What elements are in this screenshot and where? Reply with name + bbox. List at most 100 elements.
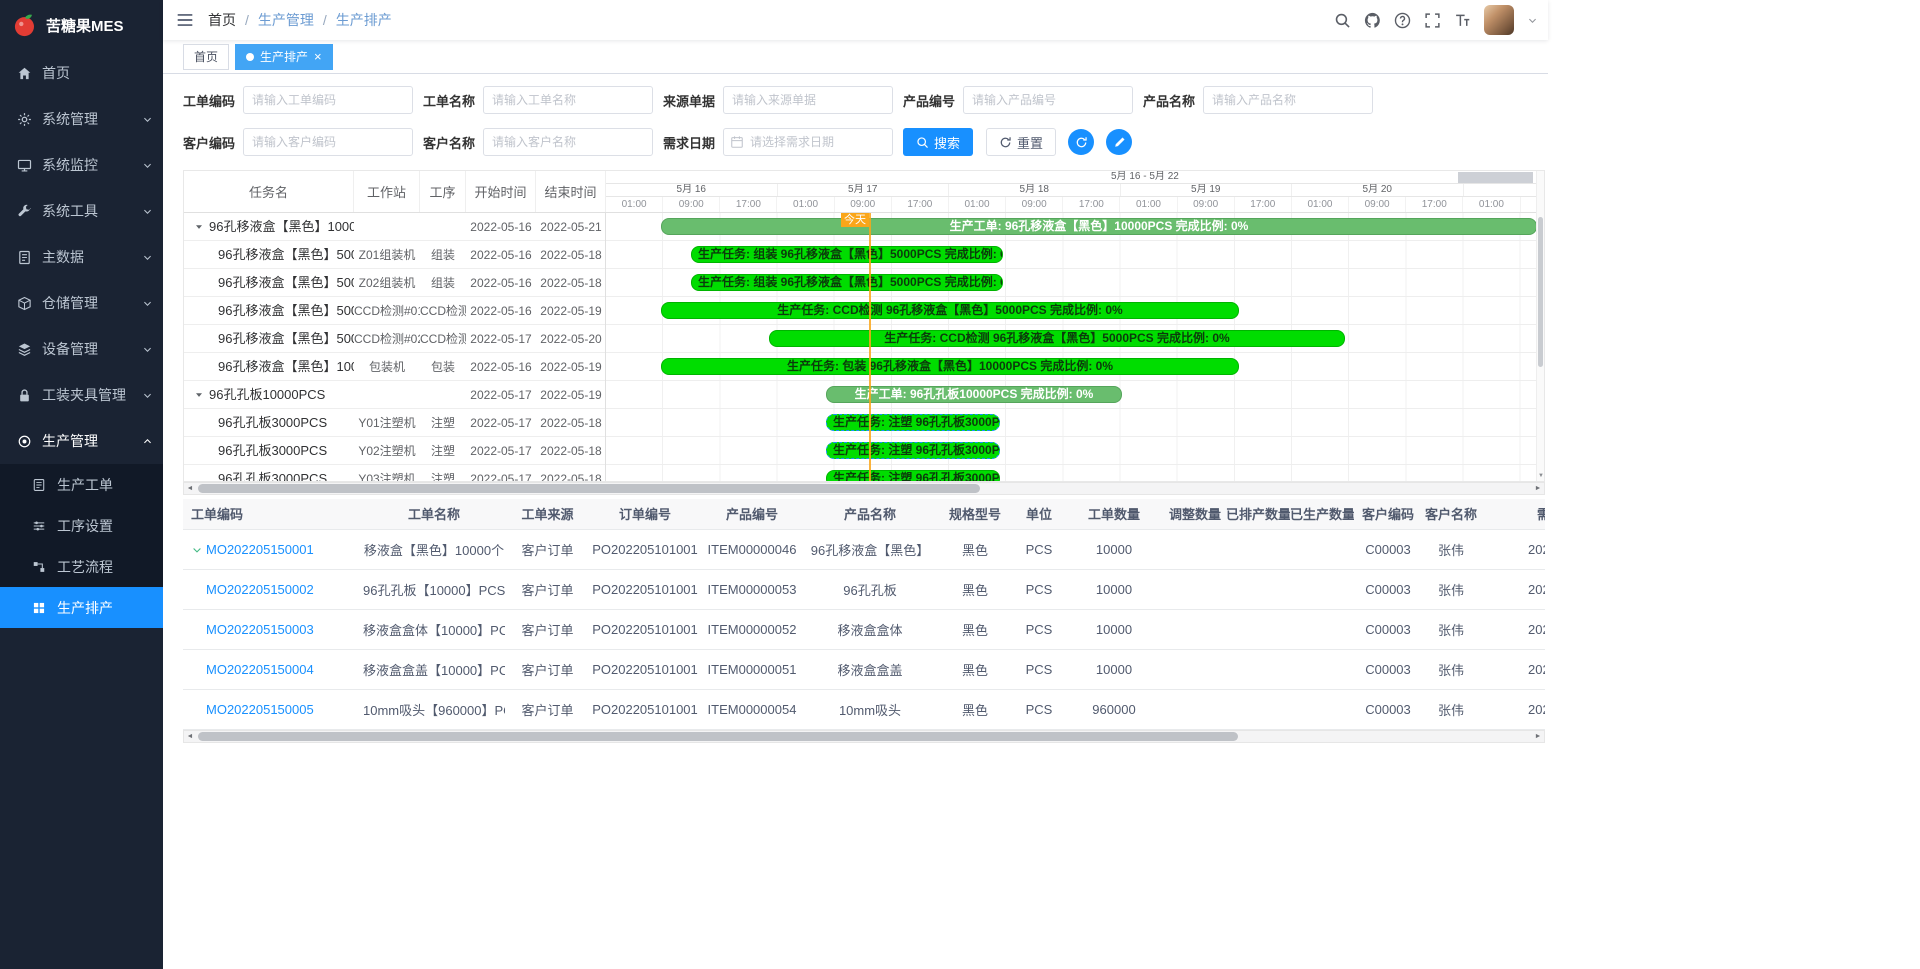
sidebar-item-master-data[interactable]: 主数据	[0, 234, 163, 280]
caret-down-icon[interactable]	[194, 381, 204, 408]
order-row[interactable]: MO20220515000296孔孔板【10000】PCS客户订单PO20220…	[183, 570, 1545, 610]
breadcrumb-production-scheduling[interactable]: 生产排产	[336, 10, 392, 30]
sidebar-item-system-mgmt[interactable]: 系统管理	[0, 96, 163, 142]
hamburger-icon[interactable]	[176, 11, 194, 29]
sidebar-item-label: 主数据	[42, 247, 142, 267]
order-cell-item_no: ITEM00000054	[700, 702, 804, 717]
gantt-task-name: 96孔孔板3000PCS	[218, 437, 327, 464]
gantt-task-row[interactable]: 96孔移液盒【黑色】5000PCSCCD检测#01CCD检测2022-05-16…	[184, 297, 605, 325]
sidebar-item-fixture-mgmt[interactable]: 工装夹具管理	[0, 372, 163, 418]
gantt-task-bar[interactable]: 生产任务: 注塑 96孔孔板3000PCS 完成比例: 0%	[826, 414, 1000, 431]
sidebar-item-production-mgmt[interactable]: 生产管理	[0, 418, 163, 464]
scrollbar-thumb[interactable]	[198, 484, 980, 493]
scroll-right-arrow[interactable]: ►	[1532, 483, 1544, 494]
user-avatar[interactable]	[1484, 5, 1514, 35]
edit-button[interactable]	[1106, 129, 1132, 155]
order-cell-source: 客户订单	[505, 620, 590, 639]
sidebar-item-equipment-mgmt[interactable]: 设备管理	[0, 326, 163, 372]
order-code-link[interactable]: MO202205150004	[206, 662, 314, 677]
customer-code-input[interactable]	[243, 128, 413, 156]
gantt-task-bar[interactable]: 生产任务: 注塑 96孔孔板3000PCS 完成比例: 0%	[826, 442, 1000, 459]
gantt-task-bar[interactable]: 生产任务: CCD检测 96孔移液盒【黑色】5000PCS 完成比例: 0%	[769, 330, 1345, 347]
gantt-hour-label: 17:00	[720, 197, 777, 212]
help-icon[interactable]	[1394, 12, 1411, 29]
gantt-task-row[interactable]: 96孔移液盒【黑色】10000PCS2022-05-162022-05-21	[184, 213, 605, 241]
gantt-task-bar[interactable]: 生产任务: 包装 96孔移液盒【黑色】10000PCS 完成比例: 0%	[661, 358, 1239, 375]
customer-name-input[interactable]	[483, 128, 653, 156]
sync-button[interactable]	[1068, 129, 1094, 155]
scroll-left-arrow[interactable]: ◄	[184, 483, 196, 494]
edit-pencil-icon	[1113, 136, 1126, 149]
work-order-name-input[interactable]	[483, 86, 653, 114]
gantt-column-header-1: 工作站	[354, 171, 420, 212]
github-icon[interactable]	[1364, 12, 1381, 29]
gantt-task-bar[interactable]: 生产任务: 组装 96孔移液盒【黑色】5000PCS 完成比例: 0%	[691, 246, 1003, 263]
sidebar-item-system-tools[interactable]: 系统工具	[0, 188, 163, 234]
gantt-task-row[interactable]: 96孔移液盒【黑色】5000PCSZ01组装机组装2022-05-162022-…	[184, 241, 605, 269]
tab-home[interactable]: 首页	[183, 44, 229, 70]
gantt-horizontal-scrollbar[interactable]: ◄ ►	[183, 482, 1545, 495]
gantt-task-row[interactable]: 96孔移液盒【黑色】10000PCS包装机包装2022-05-162022-05…	[184, 353, 605, 381]
orders-column-11: 已生产数量	[1290, 499, 1354, 529]
sidebar-subitem-work-order[interactable]: 生产工单	[0, 464, 163, 505]
gantt-task-row[interactable]: 96孔孔板10000PCS2022-05-172022-05-19	[184, 381, 605, 409]
app-logo[interactable]: 苦糖果MES	[0, 0, 163, 50]
chevron-down-icon[interactable]	[191, 544, 203, 556]
order-row[interactable]: MO202205150004移液盒盒盖【10000】PCS客户订单PO20220…	[183, 650, 1545, 690]
caret-down-icon[interactable]	[194, 213, 204, 240]
demand-date-input[interactable]	[723, 128, 893, 156]
orders-column-3: 订单编号	[590, 499, 700, 529]
gantt-task-bar[interactable]: 生产任务: 组装 96孔移液盒【黑色】5000PCS 完成比例: 0%	[691, 274, 1003, 291]
orders-column-8: 工单数量	[1064, 499, 1164, 529]
sidebar-subitem-process-setup[interactable]: 工序设置	[0, 505, 163, 546]
breadcrumb-production-mgmt[interactable]: 生产管理	[258, 10, 314, 30]
breadcrumb-home[interactable]: 首页	[208, 10, 236, 30]
gantt-task-bar[interactable]: 生产任务: 注塑 96孔孔板3000PCS 完成比例: 0%	[826, 470, 1000, 481]
gantt-task-row[interactable]: 96孔移液盒【黑色】5000PCSZ02组装机组装2022-05-162022-…	[184, 269, 605, 297]
orders-column-5: 产品名称	[804, 499, 936, 529]
order-code-link[interactable]: MO202205150001	[206, 542, 314, 557]
chevron-down-icon[interactable]	[1527, 15, 1538, 26]
orders-column-12: 客户编码	[1354, 499, 1422, 529]
gantt-vertical-scrollbar[interactable]: ▼	[1536, 171, 1544, 481]
order-code-link[interactable]: MO202205150003	[206, 622, 314, 637]
scroll-left-arrow[interactable]: ◄	[184, 731, 196, 742]
order-code-link[interactable]: MO202205150005	[206, 702, 314, 717]
gantt-task-row[interactable]: 96孔移液盒【黑色】5000PCSCCD检测#02CCD检测2022-05-17…	[184, 325, 605, 353]
sidebar-item-system-monitor[interactable]: 系统监控	[0, 142, 163, 188]
sidebar-item-warehouse-mgmt[interactable]: 仓储管理	[0, 280, 163, 326]
scrollbar-thumb[interactable]	[1538, 217, 1543, 367]
search-icon[interactable]	[1334, 12, 1351, 29]
order-row[interactable]: MO202205150003移液盒盒体【10000】PCS客户订单PO20220…	[183, 610, 1545, 650]
grid-icon	[32, 600, 48, 616]
search-button[interactable]: 搜索	[903, 128, 973, 156]
order-row[interactable]: MO202205150001移液盒【黑色】10000个客户订单PO2022051…	[183, 530, 1545, 570]
order-cell-order_no: PO202205101001	[590, 582, 700, 597]
sidebar-subitem-process-flow[interactable]: 工艺流程	[0, 546, 163, 587]
gantt-task-row[interactable]: 96孔孔板3000PCSY01注塑机注塑2022-05-172022-05-18	[184, 409, 605, 437]
product-name-input[interactable]	[1203, 86, 1373, 114]
sidebar-item-home[interactable]: 首页	[0, 50, 163, 96]
order-row[interactable]: MO20220515000510mm吸头【960000】PCS客户订单PO202…	[183, 690, 1545, 730]
work-order-code-input[interactable]	[243, 86, 413, 114]
scroll-right-arrow[interactable]: ►	[1532, 731, 1544, 742]
product-code-input[interactable]	[963, 86, 1133, 114]
gantt-week-scale: 5月 16 - 5月 22	[606, 171, 1536, 184]
scrollbar-thumb[interactable]	[198, 732, 1238, 741]
table-horizontal-scrollbar[interactable]: ◄ ►	[183, 730, 1545, 743]
order-cell-customer_code: C00003	[1354, 542, 1422, 557]
close-icon[interactable]: ×	[314, 50, 322, 63]
source-doc-input[interactable]	[723, 86, 893, 114]
scroll-down-arrow[interactable]: ▼	[1537, 473, 1545, 479]
gantt-workorder-bar[interactable]: 生产工单: 96孔移液盒【黑色】10000PCS 完成比例: 0%	[661, 218, 1536, 235]
fullscreen-icon[interactable]	[1424, 12, 1441, 29]
filter-field-customer-name: 客户名称	[423, 128, 663, 156]
order-code-link[interactable]: MO202205150002	[206, 582, 314, 597]
gantt-task-row[interactable]: 96孔孔板3000PCSY02注塑机注塑2022-05-172022-05-18	[184, 437, 605, 465]
font-size-icon[interactable]	[1454, 12, 1471, 29]
tab-production-scheduling[interactable]: 生产排产 ×	[235, 44, 333, 70]
gantt-task-row[interactable]: 96孔孔板3000PCSY03注塑机注塑2022-05-172022-05-18	[184, 465, 605, 481]
sidebar-subitem-scheduling[interactable]: 生产排产	[0, 587, 163, 628]
reset-button[interactable]: 重置	[986, 128, 1056, 156]
gantt-task-bar[interactable]: 生产任务: CCD检测 96孔移液盒【黑色】5000PCS 完成比例: 0%	[661, 302, 1239, 319]
